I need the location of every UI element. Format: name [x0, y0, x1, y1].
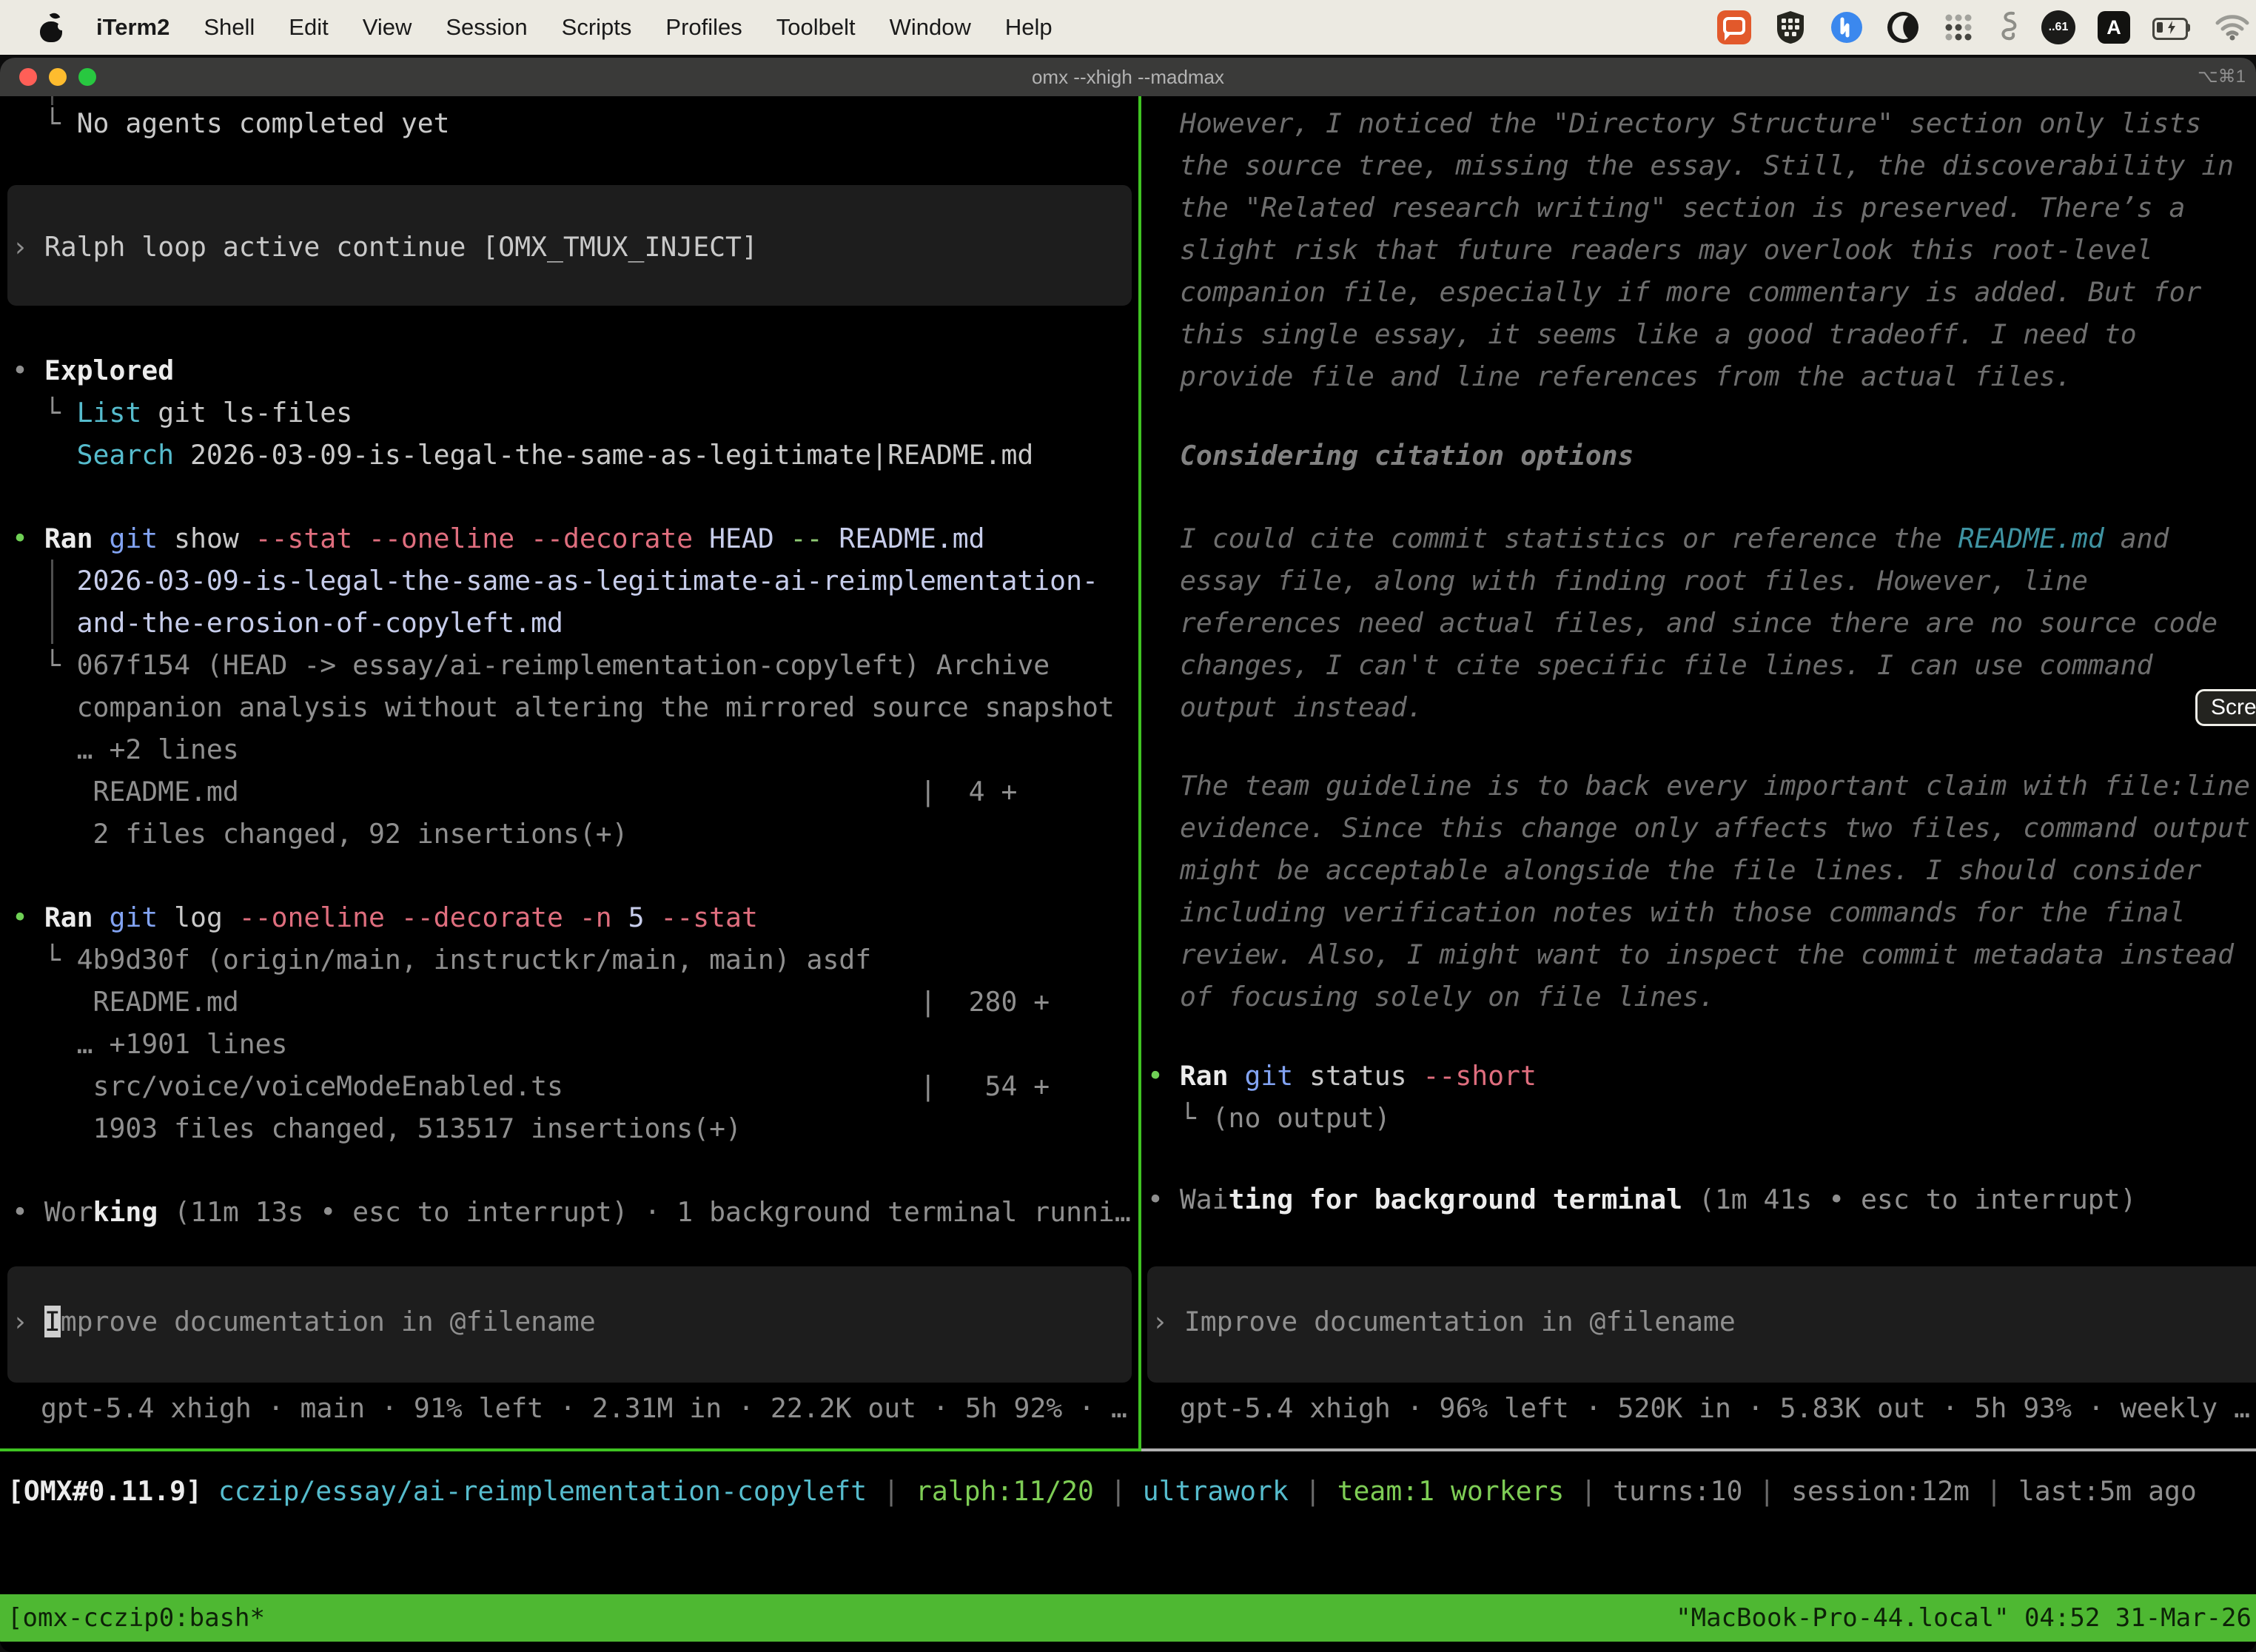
dots-grid-icon[interactable]: [1942, 11, 1975, 44]
right-waiting-status-line: • Waiting for background terminal (1m 41…: [1147, 1178, 2136, 1220]
tmux-status-bar: [omx-cczip0:bash* "MacBook-Pro-44.local"…: [0, 1594, 2256, 1642]
screen-tooltip-button[interactable]: Scre: [2195, 689, 2256, 726]
messages-icon[interactable]: [1717, 10, 1751, 44]
left-no-agents-line: └ No agents completed yet: [12, 102, 450, 144]
shield-grid-icon[interactable]: [1773, 10, 1807, 45]
menu-item-window[interactable]: Window: [890, 14, 971, 41]
menu-item-shell[interactable]: Shell: [204, 14, 255, 41]
right-session-stats: gpt-5.4 xhigh · 96% left · 520K in · 5.8…: [1180, 1387, 2250, 1429]
battery-percent-badge-icon[interactable]: ..61: [2041, 10, 2075, 44]
ralph-inject-text: › Ralph loop active continue [OMX_TMUX_I…: [12, 226, 758, 268]
left-git-show-block: • Ran git show --stat --oneline --decora…: [12, 517, 1115, 855]
menu-item-view[interactable]: View: [363, 14, 412, 41]
squiggle-icon[interactable]: [1997, 10, 2019, 45]
left-session-stats: gpt-5.4 xhigh · main · 91% left · 2.31M …: [41, 1387, 1127, 1429]
tmux-session-label[interactable]: [omx-cczip0:bash*: [7, 1594, 265, 1642]
right-reasoning-heading: Considering citation options: [1180, 434, 1634, 477]
menu-item-session[interactable]: Session: [446, 14, 527, 41]
tmux-host-clock: "MacBook-Pro-44.local" 04:52 31-Mar-26: [1676, 1594, 2252, 1642]
menu-item-scripts[interactable]: Scripts: [562, 14, 632, 41]
menu-item-profiles[interactable]: Profiles: [665, 14, 742, 41]
window-title: omx --xhigh --madmax: [0, 58, 2256, 96]
window-title-bar[interactable]: omx --xhigh --madmax ⌥⌘1: [0, 58, 2256, 97]
macos-menu-bar: iTerm2 Shell Edit View Session Scripts Profil…: [0, 0, 2256, 55]
menu-item-edit[interactable]: Edit: [289, 14, 328, 41]
menu-app-name[interactable]: iTerm2: [96, 14, 169, 41]
left-git-log-block: • Ran git log --oneline --decorate -n 5 …: [12, 896, 1050, 1149]
menubar-status-icons: ..61 A: [1717, 0, 2250, 55]
iterm-window: omx --xhigh --madmax ⌥⌘1 └ No agents com…: [0, 58, 2256, 1652]
left-prompt-input[interactable]: › Improve documentation in @filename: [7, 1266, 1132, 1383]
right-reasoning-para2: I could cite commit statistics or refere…: [1180, 517, 2218, 728]
menu-items: Shell Edit View Session Scripts Profiles Toolb…: [204, 14, 1052, 41]
pane-divider[interactable]: [1138, 96, 1141, 1448]
battery-icon[interactable]: [2152, 17, 2192, 38]
right-reasoning-para3: The team guideline is to back every impo…: [1180, 765, 2250, 1018]
terminal-area: └ No agents completed yet › Ralph loop a…: [0, 96, 2256, 1652]
ralph-inject-banner: › Ralph loop active continue [OMX_TMUX_I…: [7, 185, 1132, 306]
omx-status-line: [OMX#0.11.9] cczip/essay/ai-reimplementa…: [7, 1470, 2197, 1512]
menu-item-help[interactable]: Help: [1005, 14, 1053, 41]
dark-crescent-icon[interactable]: [1886, 10, 1920, 44]
left-prompt-text: › Improve documentation in @filename: [12, 1300, 596, 1343]
wifi-icon[interactable]: [2215, 14, 2250, 41]
left-working-status-line: • Working (11m 13s • esc to interrupt) ·…: [12, 1191, 1131, 1233]
right-git-status-block: • Ran git status --short └ (no output): [1147, 1055, 1537, 1139]
right-reasoning-para1: However, I noticed the "Directory Struct…: [1180, 102, 2234, 397]
a-badge-icon[interactable]: A: [2098, 11, 2130, 44]
left-pane-bottom-border: [0, 1448, 1141, 1451]
left-explored-block: • Explored └ List git ls-files Search 20…: [12, 349, 1033, 476]
right-prompt-text: › Improve documentation in @filename: [1152, 1300, 1736, 1343]
right-prompt-input[interactable]: › Improve documentation in @filename: [1147, 1266, 2256, 1383]
menu-item-toolbelt[interactable]: Toolbelt: [776, 14, 856, 41]
window-shortcut-badge: ⌥⌘1: [2198, 58, 2246, 96]
blue-badge-icon[interactable]: [1830, 10, 1864, 44]
apple-menu-icon[interactable]: [38, 13, 64, 42]
right-pane-bottom-border: [1141, 1448, 2256, 1451]
